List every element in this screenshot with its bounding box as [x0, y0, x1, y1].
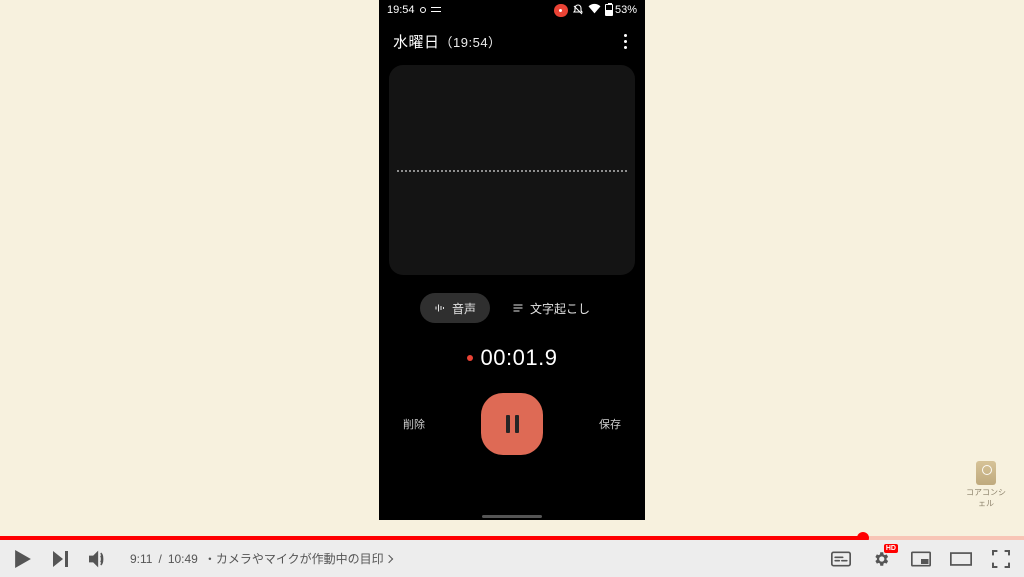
recording-indicator-icon: [420, 7, 426, 13]
tab-group: 音声 文字起こし: [379, 293, 645, 323]
equalizer-icon: [431, 5, 441, 15]
time-sep: /: [158, 552, 161, 566]
android-status-bar: 19:54 53%: [379, 0, 645, 20]
next-button[interactable]: [50, 548, 72, 570]
wifi-icon: [588, 3, 601, 17]
channel-watermark[interactable]: コアコンシェル: [964, 461, 1008, 509]
screen-record-icon: [554, 4, 568, 17]
miniplayer-button[interactable]: [910, 548, 932, 570]
more-options-button[interactable]: [620, 30, 631, 53]
theater-button[interactable]: [950, 548, 972, 570]
volume-button[interactable]: [88, 548, 110, 570]
tab-audio[interactable]: 音声: [420, 293, 490, 323]
record-dot-icon: [467, 355, 473, 361]
do-not-disturb-icon: [572, 4, 584, 16]
save-button[interactable]: 保存: [599, 416, 621, 432]
tab-transcribe-label: 文字起こし: [530, 300, 590, 317]
watermark-label: コアコンシェル: [964, 487, 1008, 509]
battery-percent: 53%: [615, 4, 637, 16]
recording-title-row: 水曜日（19:54）: [379, 20, 645, 59]
hd-badge: HD: [884, 544, 898, 553]
battery-icon: 53%: [605, 4, 637, 16]
youtube-control-bar: 9:11 / 10:49 ・カメラやマイクが作動中の目印 HD: [0, 540, 1024, 577]
gesture-bar: [482, 515, 542, 518]
tab-audio-label: 音声: [452, 300, 476, 317]
subtitles-button[interactable]: [830, 548, 852, 570]
phone-screen: 19:54 53% 水曜日（19:54） 音: [379, 0, 645, 520]
status-clock: 19:54: [387, 4, 415, 16]
time-current: 9:11: [130, 552, 152, 566]
watermark-icon: [976, 461, 996, 485]
fullscreen-button[interactable]: [990, 548, 1012, 570]
waveform-baseline: [397, 170, 627, 172]
chevron-right-icon: [384, 554, 392, 562]
recording-timer: 00:01.9: [379, 345, 645, 371]
tab-transcribe[interactable]: 文字起こし: [498, 293, 604, 323]
chapter-title: ・カメラやマイクが作動中の目印: [204, 550, 384, 567]
time-duration: 10:49: [168, 552, 198, 566]
recorder-controls: 削除 保存: [379, 393, 645, 455]
pause-button[interactable]: [481, 393, 543, 455]
waveform-panel: [389, 65, 635, 275]
time-display: 9:11 / 10:49 ・カメラやマイクが作動中の目印: [130, 550, 392, 567]
settings-button[interactable]: HD: [870, 548, 892, 570]
play-button[interactable]: [12, 548, 34, 570]
timer-text: 00:01.9: [481, 345, 558, 371]
delete-button[interactable]: 削除: [403, 416, 425, 432]
recording-title: 水曜日（19:54）: [393, 31, 502, 52]
chapter-button[interactable]: ・カメラやマイクが作動中の目印: [204, 550, 392, 567]
